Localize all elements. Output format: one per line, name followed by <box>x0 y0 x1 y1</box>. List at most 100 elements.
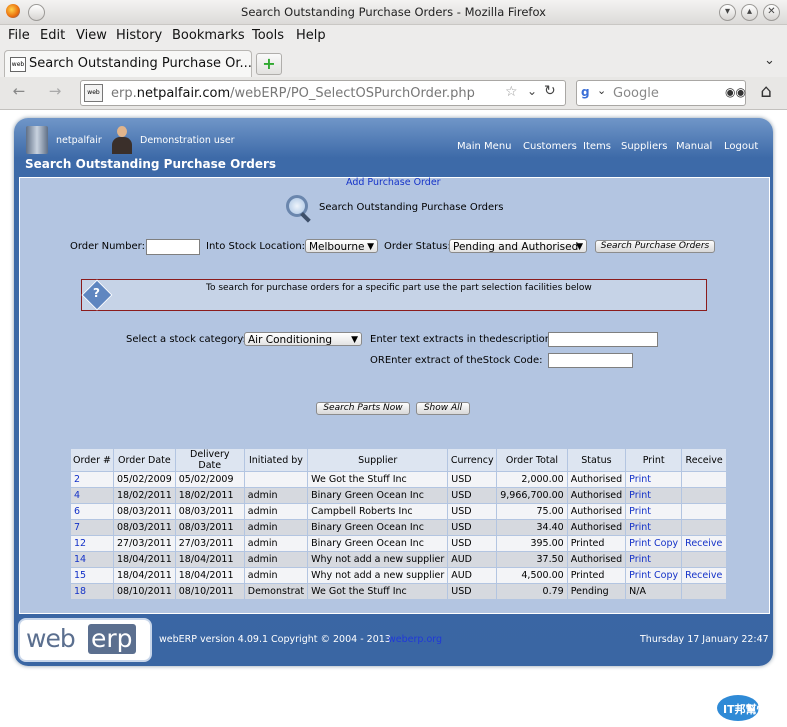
footer-weberp-link[interactable]: weberp.org <box>388 634 442 645</box>
menu-tools[interactable]: Tools <box>252 28 284 43</box>
new-tab-button[interactable]: + <box>256 53 282 75</box>
nav-suppliers[interactable]: Suppliers <box>621 141 667 152</box>
cell-initiated-by-text: admin <box>247 554 278 565</box>
nav-manual[interactable]: Manual <box>676 141 712 152</box>
menu-bookmarks[interactable]: Bookmarks <box>172 28 245 43</box>
cell-status: Authorised <box>567 520 626 535</box>
address-url: erp.netpalfair.com/webERP/PO_SelectOSPur… <box>111 86 475 101</box>
cell-order-date-text: 08/10/2011 <box>117 586 172 597</box>
tab-active[interactable]: web Search Outstanding Purchase Or... <box>4 50 252 77</box>
close-button[interactable]: ✕ <box>763 4 780 21</box>
table-row: 18 08/10/2011 08/10/2011 Demonstrat We Got t… <box>71 584 727 599</box>
stock-location-label: Into Stock Location: <box>206 241 306 252</box>
cell-order-date: 18/04/2011 <box>114 568 175 583</box>
search-purchase-orders-button[interactable]: Search Purchase Orders <box>595 240 715 253</box>
cell-order-total-text: 0.79 <box>542 586 564 597</box>
search-bar[interactable]: g ⌄ Google ◉◉ <box>576 80 746 106</box>
back-button[interactable]: ← <box>6 82 32 102</box>
cell-receive-text[interactable]: Receive <box>685 538 722 549</box>
cell-receive: Receive <box>682 568 727 583</box>
address-bar[interactable]: web erp.netpalfair.com/webERP/PO_SelectO… <box>80 80 566 106</box>
cell-print: Print Copy <box>626 568 682 583</box>
page-title: Search Outstanding Purchase Orders <box>25 157 277 171</box>
show-all-button[interactable]: Show All <box>416 402 470 415</box>
print-link[interactable]: Print <box>629 570 651 581</box>
table-row: 2 05/02/2009 05/02/2009 We Got the Stuff In… <box>71 472 727 487</box>
cell-order-number: 18 <box>71 584 113 599</box>
cell-currency-text: USD <box>451 474 472 485</box>
print-link[interactable]: Print <box>629 538 651 549</box>
menu-file[interactable]: File <box>8 28 30 43</box>
print-link: N/A <box>629 586 646 597</box>
home-icon[interactable]: ⌂ <box>755 82 777 102</box>
cell-currency: USD <box>448 536 497 551</box>
forward-button[interactable]: → <box>42 82 68 102</box>
tab-list-chevron-icon[interactable]: ⌄ <box>764 53 775 68</box>
menu-help[interactable]: Help <box>296 28 326 43</box>
search-engine-chevron-icon[interactable]: ⌄ <box>597 84 606 97</box>
weberp-logo: web erp <box>18 618 152 662</box>
watermark-text: IT邦幫忙 <box>723 703 768 716</box>
cell-status-text: Pending <box>570 586 609 597</box>
description-input[interactable] <box>548 332 658 347</box>
cell-order-number-text[interactable]: 12 <box>74 538 86 549</box>
cell-delivery-date-text: 18/04/2011 <box>178 570 234 581</box>
cell-delivery-date: 08/03/2011 <box>175 504 244 519</box>
cell-order-number-text[interactable]: 15 <box>74 570 86 581</box>
order-status-select[interactable]: Pending and Authorised ▼ <box>449 239 587 253</box>
menu-edit[interactable]: Edit <box>40 28 65 43</box>
stock-code-input[interactable] <box>548 353 633 368</box>
stock-location-select[interactable]: Melbourne ▼ <box>305 239 378 253</box>
stock-category-select[interactable]: Air Conditioning ▼ <box>244 332 362 346</box>
bookmark-star-icon[interactable]: ☆ <box>505 84 518 100</box>
cell-delivery-date: 18/04/2011 <box>175 568 244 583</box>
print-link[interactable]: Print <box>629 506 651 517</box>
info-box: ? To search for purchase orders for a sp… <box>81 279 707 311</box>
print-copy-link[interactable]: Copy <box>654 570 678 581</box>
minimize-button[interactable]: ▾ <box>719 4 736 21</box>
print-link[interactable]: Print <box>629 474 651 485</box>
menu-view[interactable]: View <box>76 28 107 43</box>
print-link[interactable]: Print <box>629 522 651 533</box>
binoculars-icon[interactable]: ◉◉ <box>725 85 746 99</box>
cell-supplier: Campbell Roberts Inc <box>308 504 448 519</box>
nav-logout[interactable]: Logout <box>724 141 758 152</box>
cell-supplier-text: Binary Green Ocean Inc <box>311 538 424 549</box>
cell-order-date: 08/03/2011 <box>114 504 175 519</box>
cell-order-number-text[interactable]: 6 <box>74 506 80 517</box>
cell-order-number-text[interactable]: 2 <box>74 474 80 485</box>
site-identity-icon[interactable]: web <box>84 84 103 102</box>
cell-initiated-by-text: admin <box>247 570 278 581</box>
cell-delivery-date: 27/03/2011 <box>175 536 244 551</box>
print-link[interactable]: Print <box>629 554 651 565</box>
cell-print: Print <box>626 472 682 487</box>
nav-items[interactable]: Items <box>583 141 611 152</box>
cell-initiated-by-text: admin <box>247 522 278 533</box>
cell-order-number-text[interactable]: 4 <box>74 490 80 501</box>
cell-receive-text[interactable]: Receive <box>685 570 722 581</box>
history-dropdown-icon[interactable]: ⌄ <box>527 84 537 98</box>
cell-order-number-text[interactable]: 14 <box>74 554 86 565</box>
search-parts-now-button[interactable]: Search Parts Now <box>316 402 410 415</box>
google-logo-icon[interactable]: g <box>581 85 595 99</box>
cell-order-number-text[interactable]: 7 <box>74 522 80 533</box>
cell-currency: USD <box>448 488 497 503</box>
nav-customers[interactable]: Customers <box>523 141 577 152</box>
search-input[interactable]: Google <box>613 86 659 101</box>
cell-status-text: Authorised <box>570 554 623 565</box>
cell-currency: USD <box>448 472 497 487</box>
print-link[interactable]: Print <box>629 490 651 501</box>
maximize-button[interactable]: ▴ <box>741 4 758 21</box>
add-purchase-order-link[interactable]: Add Purchase Order <box>346 177 441 188</box>
cell-order-date: 18/04/2011 <box>114 552 175 567</box>
reload-icon[interactable]: ↻ <box>544 83 556 99</box>
cell-print: Print <box>626 504 682 519</box>
order-number-input[interactable] <box>146 239 200 255</box>
cell-order-total: 2,000.00 <box>497 472 567 487</box>
menu-history[interactable]: History <box>116 28 162 43</box>
cell-status-text: Printed <box>570 538 605 549</box>
print-copy-link[interactable]: Copy <box>654 538 678 549</box>
cell-order-total-text: 395.00 <box>530 538 564 549</box>
cell-order-number-text[interactable]: 18 <box>74 586 86 597</box>
nav-main-menu[interactable]: Main Menu <box>457 141 512 152</box>
